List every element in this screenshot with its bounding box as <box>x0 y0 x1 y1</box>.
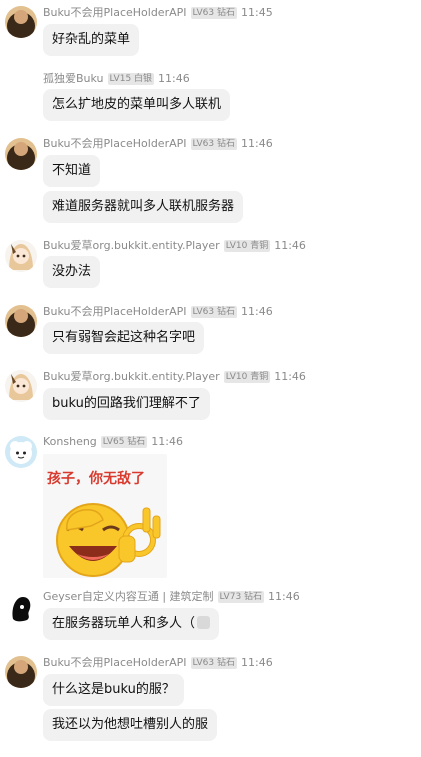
message-bubble[interactable]: 只有弱智会起这种名字吧 <box>43 322 205 354</box>
avatar[interactable] <box>5 6 37 38</box>
message-header: Buku不会用PlaceHolderAPI LV63 钻石 11:46 <box>43 305 273 319</box>
level-badge: LV63 钻石 <box>190 138 237 150</box>
avatar[interactable] <box>5 656 37 688</box>
sender-name[interactable]: Geyser自定义内容互通 | 建筑定制 <box>43 590 214 604</box>
message-time: 11:46 <box>241 137 273 150</box>
emoji-icon <box>197 616 211 629</box>
avatar[interactable] <box>5 305 37 337</box>
message-header: 孤独爱Buku LV15 白银 11:46 <box>43 72 190 86</box>
level-badge: LV10 青铜 <box>223 240 271 252</box>
avatar-image <box>5 240 37 272</box>
message-bubble[interactable]: 怎么扩地皮的菜单叫多人联机 <box>43 89 231 121</box>
message-bubble[interactable]: 难道服务器就叫多人联机服务器 <box>43 191 244 223</box>
message-time: 11:46 <box>158 72 190 85</box>
message-time: 11:46 <box>241 656 273 669</box>
chat-history: Buku不会用PlaceHolderAPI LV63 钻石 11:45 好杂乱的… <box>0 0 421 757</box>
level-badge: LV15 白银 <box>107 73 155 85</box>
message-bubble[interactable]: 在服务器玩单人和多人（ <box>43 608 220 640</box>
sender-name[interactable]: Buku爱草org.bukkit.entity.Player <box>43 239 220 253</box>
message-header: Buku不会用PlaceHolderAPI LV63 钻石 11:46 <box>43 137 273 151</box>
avatar-image <box>5 436 37 468</box>
message-bubble[interactable]: 好杂乱的菜单 <box>43 24 140 56</box>
level-badge: LV73 钻石 <box>217 591 265 603</box>
avatar[interactable] <box>5 240 37 272</box>
message-bubble[interactable]: 不知道 <box>43 155 101 187</box>
message-header: Buku不会用PlaceHolderAPI LV63 钻石 11:45 <box>43 6 273 20</box>
sender-name[interactable]: Buku不会用PlaceHolderAPI <box>43 137 187 151</box>
message-header: Buku爱草org.bukkit.entity.Player LV10 青铜 1… <box>43 239 306 253</box>
sender-name[interactable]: Buku不会用PlaceHolderAPI <box>43 656 187 670</box>
message-text: 在服务器玩单人和多人（ <box>52 616 196 631</box>
avatar-image <box>5 656 37 688</box>
sender-name[interactable]: Buku爱草org.bukkit.entity.Player <box>43 370 220 384</box>
level-badge: LV63 钻石 <box>190 306 237 318</box>
laughing-emoji-icon <box>56 503 161 577</box>
message-header: Buku爱草org.bukkit.entity.Player LV10 青铜 1… <box>43 370 306 384</box>
message-bubble[interactable]: 没办法 <box>43 256 101 288</box>
sender-name[interactable]: Buku不会用PlaceHolderAPI <box>43 6 187 20</box>
avatar[interactable] <box>5 138 37 170</box>
message-bubble[interactable]: 我还以为他想吐槽别人的服 <box>43 709 218 741</box>
sticker-image[interactable]: 孩子，你无敌了 <box>43 454 167 578</box>
message-time: 11:46 <box>268 590 300 603</box>
sender-name[interactable]: 孤独爱Buku <box>43 72 104 86</box>
level-badge: LV63 钻石 <box>190 7 237 19</box>
avatar-image <box>5 591 37 623</box>
level-badge: LV65 钻石 <box>100 436 148 448</box>
level-badge: LV10 青铜 <box>223 371 271 383</box>
message-bubble[interactable]: 什么这是buku的服？ <box>43 674 184 706</box>
message-bubble[interactable]: buku的回路我们理解不了 <box>43 388 210 420</box>
message-header: Buku不会用PlaceHolderAPI LV63 钻石 11:46 <box>43 656 273 670</box>
avatar-image <box>5 6 37 38</box>
avatar[interactable] <box>5 591 37 623</box>
message-time: 11:45 <box>241 6 273 19</box>
avatar[interactable] <box>5 436 37 468</box>
avatar[interactable] <box>5 370 37 402</box>
message-time: 11:46 <box>241 305 273 318</box>
message-time: 11:46 <box>274 370 306 383</box>
avatar-image <box>5 138 37 170</box>
message-time: 11:46 <box>274 239 306 252</box>
avatar-image <box>5 305 37 337</box>
message-header: Konsheng LV65 钻石 11:46 <box>43 435 183 449</box>
message-header: Geyser自定义内容互通 | 建筑定制 LV73 钻石 11:46 <box>43 590 300 604</box>
sender-name[interactable]: Buku不会用PlaceHolderAPI <box>43 305 187 319</box>
level-badge: LV63 钻石 <box>190 657 237 669</box>
message-time: 11:46 <box>151 435 183 448</box>
avatar-image <box>5 370 37 402</box>
sender-name[interactable]: Konsheng <box>43 435 97 449</box>
